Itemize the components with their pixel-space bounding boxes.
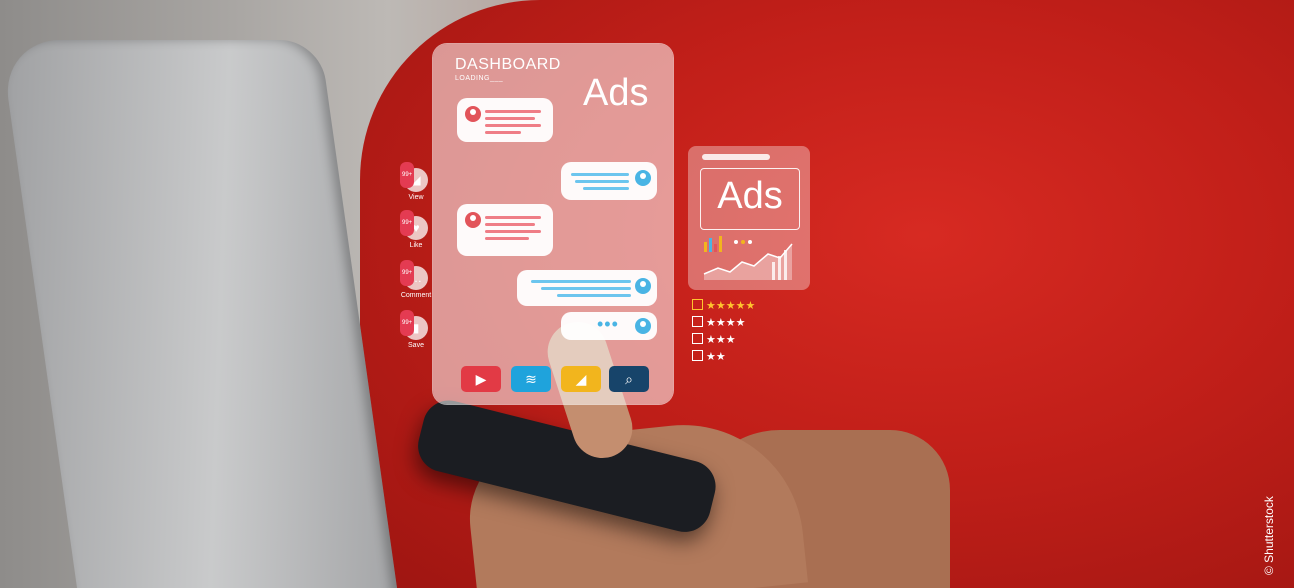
photo-scene: DASHBOARD LOADING___ Ads ••• ▶ ≋ ◢ ⌕ ◢ 9…	[0, 0, 1294, 588]
reaction-save: ▮ 99+ Save	[396, 310, 436, 349]
dashboard-ads-label: Ads	[583, 72, 649, 114]
rating-option-3: ★★★	[692, 332, 755, 349]
checkbox-icon	[692, 350, 703, 361]
photo-credit: © Shutterstock	[1262, 496, 1276, 575]
dashboard-toolbar: ▶ ≋ ◢ ⌕	[461, 366, 651, 394]
rating-option-5: ★★★★★	[692, 298, 755, 315]
reaction-label: View	[408, 194, 424, 201]
search-icon: ⌕	[609, 366, 649, 392]
message-bubble	[561, 162, 657, 200]
avatar-icon	[635, 318, 651, 334]
message-bubble	[457, 98, 553, 142]
checkbox-icon	[692, 299, 703, 310]
rating-checklist: ★★★★★ ★★★★ ★★★ ★★	[692, 298, 755, 366]
reaction-view: ◢ 99+ View	[396, 162, 436, 201]
dashboard-title: DASHBOARD	[455, 56, 561, 73]
rating-option-2: ★★	[692, 349, 755, 366]
hologram-dashboard: DASHBOARD LOADING___ Ads ••• ▶ ≋ ◢ ⌕	[433, 44, 673, 404]
count-badge: 99+	[400, 162, 415, 188]
bookmark-icon: ▮ 99+	[400, 310, 428, 340]
avatar-icon	[465, 106, 481, 122]
typing-dots: •••	[597, 314, 619, 334]
avatar-icon	[465, 212, 481, 228]
wifi-icon: ≋	[511, 366, 551, 392]
reaction-label: Save	[408, 342, 424, 349]
heart-icon: ♥ 99+	[400, 210, 428, 240]
comment-icon: … 99+	[400, 260, 428, 290]
message-bubble	[517, 270, 657, 306]
checkbox-icon	[692, 316, 703, 327]
reaction-label: Comment	[400, 292, 432, 299]
megaphone-icon: ◢ 99+	[400, 162, 428, 192]
message-bubble: •••	[561, 312, 657, 340]
count-badge: 99+	[400, 210, 415, 236]
reaction-label: Like	[409, 242, 423, 249]
avatar-icon	[635, 278, 651, 294]
reaction-like: ♥ 99+ Like	[396, 210, 436, 249]
avatar-icon	[635, 170, 651, 186]
reaction-comment: … 99+ Comment	[396, 260, 436, 299]
message-bubble	[457, 204, 553, 256]
megaphone-icon: ◢	[561, 366, 601, 392]
mini-chart-graphic	[703, 236, 793, 280]
ads-card: Ads	[688, 146, 810, 290]
checkbox-icon	[692, 333, 703, 344]
play-icon: ▶	[461, 366, 501, 392]
laptop-screen	[0, 40, 399, 588]
count-badge: 99+	[400, 310, 415, 336]
dashboard-loading-text: LOADING___	[455, 75, 504, 82]
count-badge: 99+	[400, 260, 415, 286]
rating-option-4: ★★★★	[692, 315, 755, 332]
